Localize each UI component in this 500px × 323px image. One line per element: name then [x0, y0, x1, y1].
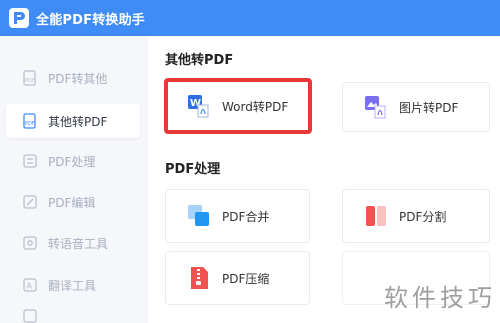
svg-text:PDF: PDF — [25, 121, 35, 127]
sidebar-item-label: PDF转其他 — [48, 71, 108, 86]
word-to-pdf-icon: W — [188, 95, 209, 118]
split-icon — [366, 204, 386, 228]
translate-icon: A — [23, 278, 37, 292]
pdf-merge-card[interactable]: PDF合并 — [165, 189, 310, 243]
sidebar: PDF PDF转其他 PDF 其他转PDF PDF处理 PDF编辑 转语音工具 — [0, 36, 148, 323]
sidebar-item-label: PDF处理 — [48, 154, 96, 169]
card-label: PDF合并 — [222, 209, 270, 224]
app-title: 全能PDF转换助手 — [36, 12, 145, 28]
svg-text:A: A — [27, 282, 33, 291]
sidebar-item-more[interactable] — [6, 308, 140, 323]
sidebar-item-label: 翻译工具 — [48, 278, 97, 293]
pdf-compress-card[interactable]: PDF压缩 — [165, 251, 310, 305]
sidebar-item-pdf-to-other[interactable]: PDF PDF转其他 — [6, 61, 140, 95]
svg-text:PDF: PDF — [25, 78, 35, 84]
card-label: PDF分割 — [399, 209, 447, 224]
sidebar-item-other-to-pdf[interactable]: PDF 其他转PDF — [6, 104, 140, 138]
pdf-doc-icon: PDF — [23, 113, 36, 129]
card-label: Word转PDF — [222, 99, 289, 114]
sidebar-item-pdf-edit[interactable]: PDF编辑 — [6, 185, 140, 219]
watermark-text: 软件技巧 — [384, 284, 496, 312]
merge-icon — [188, 205, 209, 226]
app-logo-icon — [8, 7, 30, 29]
section-title-other-to-pdf: 其他转PDF — [165, 53, 234, 68]
section-title-pdf-process: PDF处理 — [165, 162, 221, 177]
card-label: 图片转PDF — [399, 100, 459, 115]
image-to-pdf-card[interactable]: 图片转PDF — [342, 82, 490, 132]
pdf-doc-icon: PDF — [23, 70, 36, 86]
word-to-pdf-card[interactable]: W Word转PDF — [164, 78, 312, 134]
sidebar-item-label: PDF编辑 — [48, 195, 96, 210]
sidebar-item-voice-tools[interactable]: 转语音工具 — [6, 226, 140, 260]
voice-icon — [23, 236, 37, 250]
more-tools-icon — [23, 309, 37, 323]
sidebar-item-label: 其他转PDF — [48, 114, 108, 129]
card-label: PDF压缩 — [222, 271, 270, 286]
pdf-split-card[interactable]: PDF分割 — [342, 189, 490, 243]
title-bar: 全能PDF转换助手 — [0, 0, 500, 36]
pdf-edit-icon — [23, 195, 37, 209]
image-to-pdf-icon — [365, 96, 386, 119]
sidebar-item-translate-tools[interactable]: A 翻译工具 — [6, 268, 140, 302]
pdf-process-icon — [23, 154, 37, 168]
sidebar-item-label: 转语音工具 — [48, 236, 109, 251]
sidebar-item-pdf-process[interactable]: PDF处理 — [6, 144, 140, 178]
compress-icon — [191, 267, 208, 289]
